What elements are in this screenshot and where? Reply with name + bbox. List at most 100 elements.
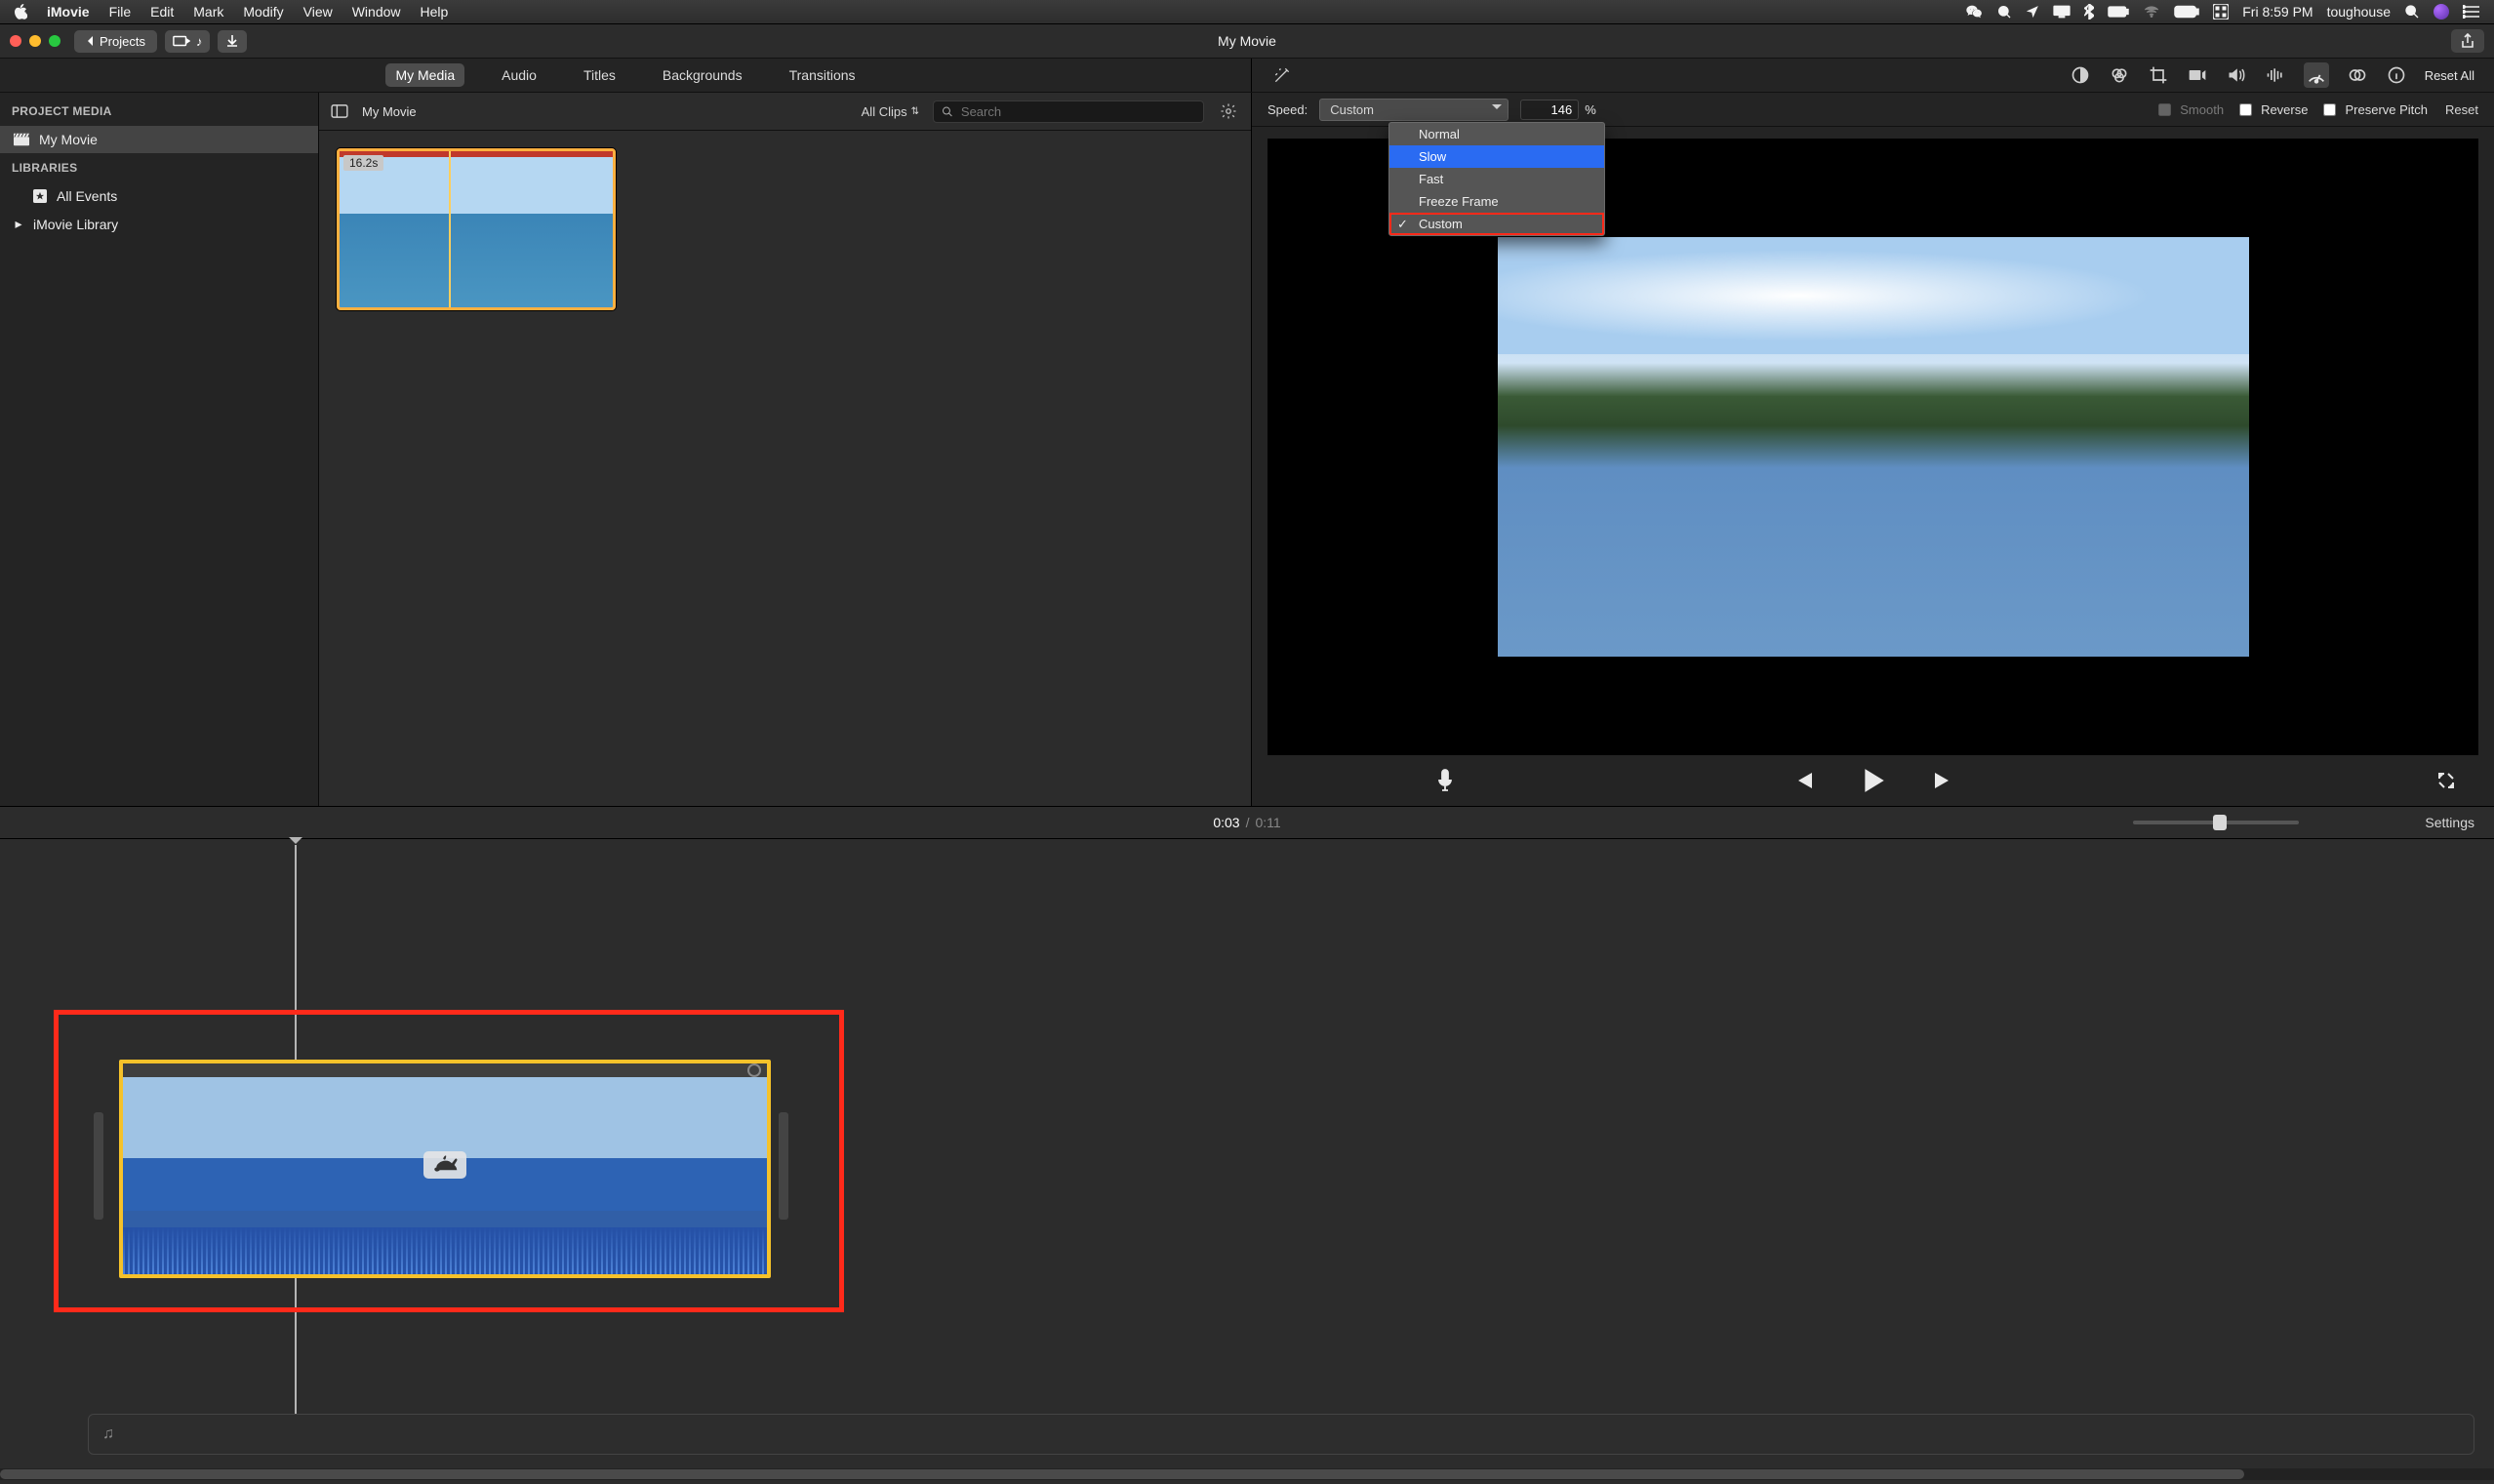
trim-handle-right[interactable]	[779, 1112, 788, 1220]
speed-option-fast[interactable]: Fast	[1389, 168, 1604, 190]
speed-icon[interactable]	[2304, 62, 2329, 88]
clock[interactable]: Fri 8:59 PM	[2242, 4, 2313, 20]
speed-label: Speed:	[1267, 102, 1307, 117]
tab-backgrounds[interactable]: Backgrounds	[653, 63, 752, 87]
tab-transitions[interactable]: Transitions	[780, 63, 865, 87]
notifications-icon[interactable]	[2463, 5, 2480, 19]
apple-logo-icon[interactable]	[14, 4, 27, 20]
media-browser: PROJECT MEDIA My Movie LIBRARIES All Eve…	[0, 93, 1252, 806]
menu-modify[interactable]: Modify	[243, 4, 283, 20]
menu-view[interactable]: View	[303, 4, 333, 20]
window-minimize-button[interactable]	[29, 35, 41, 47]
sidebar-item-library-label: iMovie Library	[33, 217, 118, 232]
trim-handle-left[interactable]	[94, 1112, 103, 1220]
tab-my-media[interactable]: My Media	[385, 63, 464, 87]
clip-filter-dropdown[interactable]: All Clips ⇅	[862, 104, 919, 119]
zoom-slider-knob[interactable]	[2213, 815, 2227, 830]
tab-titles[interactable]: Titles	[574, 63, 625, 87]
color-correction-icon[interactable]	[2109, 64, 2130, 86]
sidebar-item-project-label: My Movie	[39, 132, 98, 147]
menu-window[interactable]: Window	[352, 4, 401, 20]
wifi-icon[interactable]	[2143, 6, 2160, 18]
bluetooth-icon[interactable]	[2084, 4, 2094, 20]
background-music-well[interactable]: ♫	[88, 1414, 2474, 1455]
disclosure-icon[interactable]: ▸	[14, 216, 23, 232]
viewer-pane: Speed: Custom 146 % Smooth Reverse Prese…	[1252, 93, 2494, 806]
display-icon[interactable]	[2053, 5, 2071, 19]
project-media-header: PROJECT MEDIA	[0, 97, 318, 126]
menu-edit[interactable]: Edit	[150, 4, 174, 20]
sidebar-item-all-events[interactable]: All Events	[0, 182, 318, 210]
loupe-icon[interactable]	[1996, 4, 2012, 20]
reverse-checkbox[interactable]: Reverse	[2235, 100, 2308, 119]
speed-reset-button[interactable]: Reset	[2445, 102, 2478, 117]
search-input[interactable]	[959, 103, 1195, 120]
menu-mark[interactable]: Mark	[193, 4, 223, 20]
sidebar-item-all-events-label: All Events	[57, 188, 117, 204]
share-button[interactable]	[2451, 29, 2484, 53]
play-button[interactable]	[1861, 767, 1886, 794]
back-to-projects-button[interactable]: Projects	[74, 30, 157, 53]
library-tabs: My Media Audio Titles Backgrounds Transi…	[0, 59, 1252, 92]
window-zoom-button[interactable]	[49, 35, 60, 47]
wechat-icon[interactable]	[1965, 4, 1983, 20]
timeline[interactable]: ♫	[0, 839, 2494, 1484]
speed-option-freeze[interactable]: Freeze Frame	[1389, 190, 1604, 213]
mac-menu-bar[interactable]: iMovie File Edit Mark Modify View Window…	[0, 0, 2494, 24]
timeline-zoom-slider[interactable]	[2133, 821, 2299, 824]
music-note-icon: ♪	[196, 34, 203, 49]
stabilize-icon[interactable]	[2187, 64, 2208, 86]
voiceover-mic-button[interactable]	[1437, 769, 1453, 792]
noise-reduction-icon[interactable]	[2265, 64, 2286, 86]
volume-icon[interactable]	[2226, 64, 2247, 86]
siri-icon[interactable]	[2434, 4, 2449, 20]
speed-dropdown[interactable]: Normal Slow Fast Freeze Frame Custom	[1388, 122, 1605, 236]
app-name[interactable]: iMovie	[47, 4, 90, 20]
speed-select[interactable]: Custom	[1319, 99, 1508, 121]
menu-help[interactable]: Help	[421, 4, 449, 20]
battery-icon[interactable]	[2174, 5, 2199, 19]
download-button[interactable]	[218, 30, 247, 53]
clip-grid[interactable]: 16.2s	[319, 131, 1251, 806]
clip-filter-icon[interactable]	[2347, 64, 2368, 86]
crop-icon[interactable]	[2148, 64, 2169, 86]
preview-frame	[1498, 237, 2249, 657]
prev-button[interactable]	[1792, 771, 1814, 790]
tab-audio[interactable]: Audio	[492, 63, 546, 87]
speed-option-custom[interactable]: Custom	[1389, 213, 1604, 235]
sidebar-item-project[interactable]: My Movie	[0, 126, 318, 153]
speed-handle-icon[interactable]	[747, 1063, 761, 1077]
media-clip-thumb[interactable]: 16.2s	[337, 148, 616, 310]
import-media-button[interactable]: ♪	[165, 30, 211, 53]
auto-enhance-icon[interactable]	[1271, 64, 1293, 86]
grid-icon[interactable]	[2213, 4, 2229, 20]
timeline-scrollbar[interactable]	[0, 1468, 2494, 1480]
scrollbar-thumb[interactable]	[0, 1469, 2244, 1479]
media-options-button[interactable]	[1218, 100, 1239, 122]
timeline-clip[interactable]	[119, 1060, 771, 1278]
sidebar-item-imovie-library[interactable]: ▸ iMovie Library	[0, 210, 318, 238]
info-icon[interactable]	[2386, 64, 2407, 86]
time-status-bar: 0:03 / 0:11 Settings	[0, 806, 2494, 839]
timeline-settings-button[interactable]: Settings	[2425, 815, 2474, 830]
media-search[interactable]	[933, 100, 1204, 123]
sidebar-toggle-icon[interactable]	[331, 104, 348, 118]
battery-pct-icon[interactable]	[2108, 6, 2129, 18]
next-button[interactable]	[1933, 771, 1954, 790]
clip-speed-strip[interactable]	[123, 1063, 767, 1077]
spotlight-icon[interactable]	[2404, 4, 2420, 20]
window-close-button[interactable]	[10, 35, 21, 47]
search-icon	[942, 105, 953, 118]
clip-audio-waveform[interactable]	[123, 1227, 767, 1274]
user-name[interactable]: toughouse	[2327, 4, 2391, 20]
speed-percent-field[interactable]: 146	[1520, 100, 1579, 120]
media-sidebar: PROJECT MEDIA My Movie LIBRARIES All Eve…	[0, 93, 319, 806]
fullscreen-button[interactable]	[2437, 772, 2455, 789]
color-balance-icon[interactable]	[2070, 64, 2091, 86]
location-icon[interactable]	[2026, 5, 2039, 19]
speed-option-normal[interactable]: Normal	[1389, 123, 1604, 145]
speed-option-slow[interactable]: Slow	[1389, 145, 1604, 168]
preserve-pitch-checkbox[interactable]: Preserve Pitch	[2319, 100, 2428, 119]
reset-all-button[interactable]: Reset All	[2425, 68, 2474, 83]
menu-file[interactable]: File	[109, 4, 132, 20]
